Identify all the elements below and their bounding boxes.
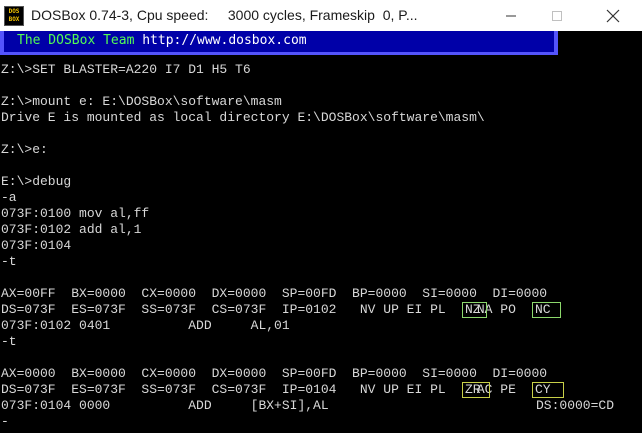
- dosbox-app-icon[interactable]: DOS BOX: [4, 6, 24, 26]
- zero-flag-highlight: NZ: [462, 302, 487, 318]
- console-line: E:\>debug: [1, 174, 72, 189]
- zero-flag-highlight: ZR: [462, 382, 490, 398]
- console-line: DS=073F ES=073F SS=073F CS=073F IP=0104 …: [1, 382, 540, 397]
- minimize-icon: [506, 15, 516, 16]
- close-icon: [606, 9, 620, 22]
- console-line: 073F:0102 add al,1: [1, 222, 142, 237]
- minimize-button[interactable]: [488, 0, 534, 31]
- console-line: 073F:0100 mov al,ff: [1, 206, 150, 221]
- console-line: AX=0000 BX=0000 CX=0000 DX=0000 SP=00FD …: [1, 366, 548, 381]
- carry-flag-highlight: NC: [532, 302, 561, 318]
- console-line: Z:\>e:: [1, 142, 48, 157]
- dos-console[interactable]: The DOSBox Team http://www.dosbox.com Z:…: [0, 31, 642, 433]
- console-line: Z:\>mount e: E:\DOSBox\software\masm: [1, 94, 282, 109]
- console-line: 073F:0104 0000 ADD [BX+SI],AL: [1, 398, 329, 413]
- console-line: -: [1, 414, 9, 429]
- banner-url-text: http://www.dosbox.com: [142, 33, 307, 48]
- console-line: 073F:0102 0401 ADD AL,01: [1, 318, 290, 333]
- app-icon-text-bottom: BOX: [8, 16, 20, 23]
- carry-flag-highlight: CY: [532, 382, 564, 398]
- console-line: -a: [1, 190, 17, 205]
- maximize-button[interactable]: [534, 0, 580, 31]
- banner-text: The DOSBox Team http://www.dosbox.com: [17, 33, 307, 48]
- console-line: DS=073F ES=073F SS=073F CS=073F IP=0102 …: [1, 302, 540, 317]
- banner-team-text: The DOSBox Team: [17, 33, 143, 48]
- console-line: -t: [1, 334, 17, 349]
- app-icon-text-top: DOS: [8, 8, 20, 15]
- zero-flag-value: ZR: [465, 382, 481, 397]
- dosbox-banner: The DOSBox Team http://www.dosbox.com: [0, 31, 558, 55]
- console-line: Drive E is mounted as local directory E:…: [1, 110, 485, 125]
- console-line: AX=00FF BX=0000 CX=0000 DX=0000 SP=00FD …: [1, 286, 548, 301]
- maximize-icon: [552, 10, 562, 21]
- memory-reference: DS:0000=CD: [536, 398, 615, 413]
- console-line: Z:\>SET BLASTER=A220 I7 D1 H5 T6: [1, 62, 251, 77]
- carry-flag-value: NC: [535, 302, 551, 317]
- title-bar[interactable]: DOS BOX DOSBox 0.74-3, Cpu speed: 3000 c…: [0, 0, 642, 31]
- carry-flag-value: CY: [535, 382, 551, 397]
- console-line: -t: [1, 254, 17, 269]
- close-button[interactable]: [590, 0, 636, 31]
- console-line: 073F:0104: [1, 238, 72, 253]
- window-title: DOSBox 0.74-3, Cpu speed: 3000 cycles, F…: [31, 7, 418, 23]
- zero-flag-value: NZ: [465, 302, 481, 317]
